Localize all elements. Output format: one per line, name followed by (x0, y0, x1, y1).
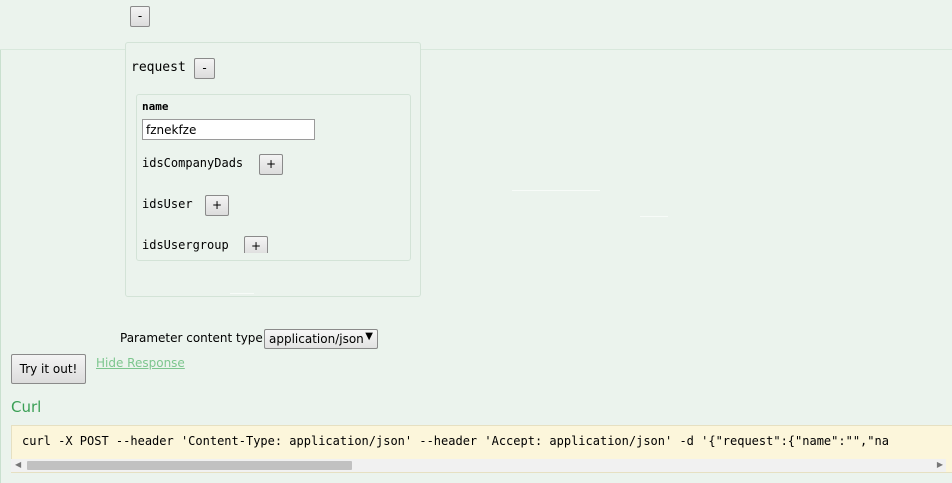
try-it-out-button[interactable]: Try it out! (11, 354, 86, 384)
curl-heading: Curl (11, 398, 42, 416)
scrollbar-thumb[interactable] (27, 461, 352, 470)
add-ids-user-button[interactable]: + (205, 195, 229, 216)
name-field[interactable] (142, 119, 315, 140)
top-collapse-button[interactable]: - (130, 6, 150, 27)
ids-company-dads-label: idsCompanyDads (142, 156, 244, 170)
add-ids-usergroup-button[interactable]: + (244, 236, 268, 253)
left-border (0, 50, 1, 483)
caret-down-icon: ▼ (365, 331, 373, 342)
selected-content-type: application/json (269, 332, 364, 346)
scroll-left-icon[interactable]: ◀ (15, 460, 21, 469)
add-ids-company-dads-button[interactable]: + (259, 154, 283, 175)
ids-usergroup-label: idsUsergroup (142, 238, 229, 252)
parameter-content-type-label: Parameter content type: (120, 331, 267, 345)
request-collapse-button[interactable]: - (194, 58, 215, 79)
hide-response-link[interactable]: Hide Response (96, 356, 185, 370)
divider-faint (512, 190, 600, 191)
curl-command: curl -X POST --header 'Content-Type: app… (22, 434, 889, 448)
name-label: name (142, 100, 169, 113)
parameter-content-type-select[interactable]: application/json ▼ (264, 329, 378, 349)
divider-faint (640, 216, 668, 217)
ids-user-label: idsUser (142, 197, 193, 211)
divider-faint (230, 293, 254, 294)
horizontal-scrollbar[interactable]: ◀ ▶ (11, 459, 946, 472)
scroll-right-icon[interactable]: ▶ (937, 460, 943, 469)
add-ids-usergroup-clip: + (244, 236, 269, 253)
request-label: request (131, 60, 186, 75)
